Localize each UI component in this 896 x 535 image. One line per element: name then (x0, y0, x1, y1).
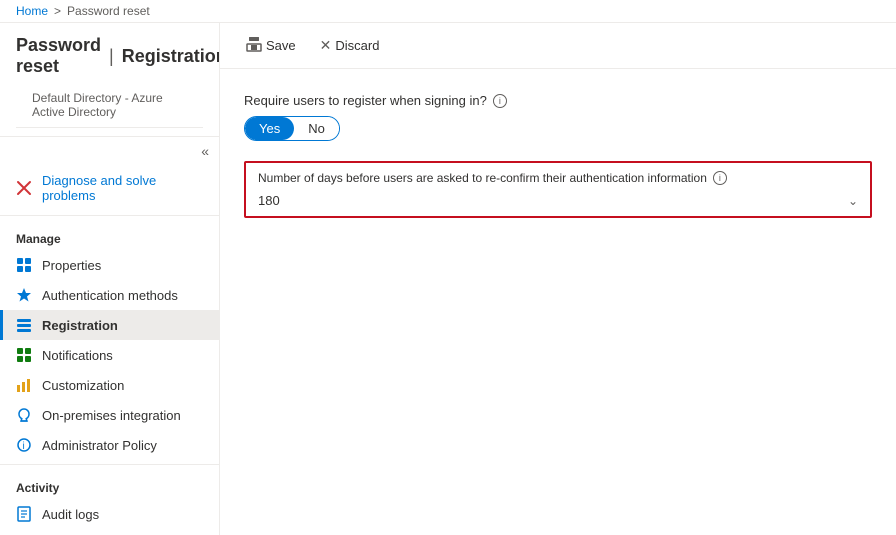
content-body: Require users to register when signing i… (220, 69, 896, 535)
registration-icon (16, 317, 32, 333)
breadcrumb-home[interactable]: Home (16, 4, 48, 18)
breadcrumb-separator: > (54, 4, 61, 18)
require-toggle-group: Yes No (244, 116, 340, 141)
onprem-label: On-premises integration (42, 408, 181, 423)
svg-text:i: i (23, 441, 25, 452)
require-info-icon[interactable]: i (493, 94, 507, 108)
sidebar-item-diagnose[interactable]: Diagnose and solve problems (0, 165, 219, 211)
sidebar: Password reset | Registration ... Defaul… (0, 23, 220, 535)
discard-icon: ✕ (320, 37, 332, 54)
audit-logs-icon (16, 506, 32, 522)
page-subtitle: Default Directory - Azure Active Directo… (16, 79, 203, 128)
sidebar-item-notifications[interactable]: Notifications (0, 340, 219, 370)
sidebar-item-auth-methods[interactable]: Authentication methods (0, 280, 219, 310)
content-area: Save ✕ Discard Require users to register… (220, 23, 896, 535)
sidebar-item-registration[interactable]: Registration (0, 310, 219, 340)
diagnose-label: Diagnose and solve problems (42, 173, 203, 203)
admin-policy-icon: i (16, 437, 32, 453)
sidebar-item-onprem[interactable]: On-premises integration (0, 400, 219, 430)
days-info-icon[interactable]: i (713, 171, 727, 185)
onprem-icon (16, 407, 32, 423)
admin-policy-label: Administrator Policy (42, 438, 157, 453)
sidebar-item-admin-policy[interactable]: i Administrator Policy (0, 430, 219, 460)
audit-logs-label: Audit logs (42, 507, 99, 522)
customization-icon (16, 377, 32, 393)
days-section: Number of days before users are asked to… (244, 161, 872, 218)
page-header: Password reset | Registration ... Defaul… (0, 23, 219, 137)
page-title-text: Password reset (16, 35, 101, 77)
no-toggle[interactable]: No (294, 117, 339, 140)
notifications-icon (16, 347, 32, 363)
manage-divider (0, 215, 219, 216)
sidebar-item-properties[interactable]: Properties (0, 250, 219, 280)
breadcrumb: Home > Password reset (0, 0, 896, 23)
sidebar-item-audit-logs[interactable]: Audit logs (0, 499, 219, 529)
save-label: Save (266, 38, 296, 53)
save-icon (246, 36, 262, 55)
content-toolbar: Save ✕ Discard (220, 23, 896, 69)
days-label-row: Number of days before users are asked to… (258, 171, 858, 185)
require-label-row: Require users to register when signing i… (244, 93, 872, 108)
sidebar-item-customization[interactable]: Customization (0, 370, 219, 400)
auth-methods-icon (16, 287, 32, 303)
properties-label: Properties (42, 258, 101, 273)
manage-section-label: Manage (0, 220, 219, 250)
diagnose-icon (16, 180, 32, 196)
sidebar-item-usage-insights[interactable]: Usage & insights (0, 529, 219, 535)
auth-methods-label: Authentication methods (42, 288, 178, 303)
yes-toggle[interactable]: Yes (245, 117, 294, 140)
customization-label: Customization (42, 378, 124, 393)
discard-button[interactable]: ✕ Discard (310, 32, 390, 59)
discard-label: Discard (335, 38, 379, 53)
chevron-down-icon[interactable]: ⌄ (848, 194, 858, 208)
days-label-text: Number of days before users are asked to… (258, 171, 707, 185)
save-button[interactable]: Save (236, 31, 306, 60)
breadcrumb-current: Password reset (67, 4, 150, 18)
registration-label: Registration (42, 318, 118, 333)
days-input-row: 180 ⌄ (258, 193, 858, 208)
sidebar-collapse-button[interactable]: « (0, 137, 219, 165)
require-section: Require users to register when signing i… (244, 93, 872, 141)
page-tab-name: Registration (122, 46, 220, 67)
properties-icon (16, 257, 32, 273)
title-separator: | (109, 46, 114, 67)
days-value: 180 (258, 193, 848, 208)
activity-divider (0, 464, 219, 465)
activity-section-label: Activity (0, 469, 219, 499)
notifications-label: Notifications (42, 348, 113, 363)
require-label-text: Require users to register when signing i… (244, 93, 487, 108)
